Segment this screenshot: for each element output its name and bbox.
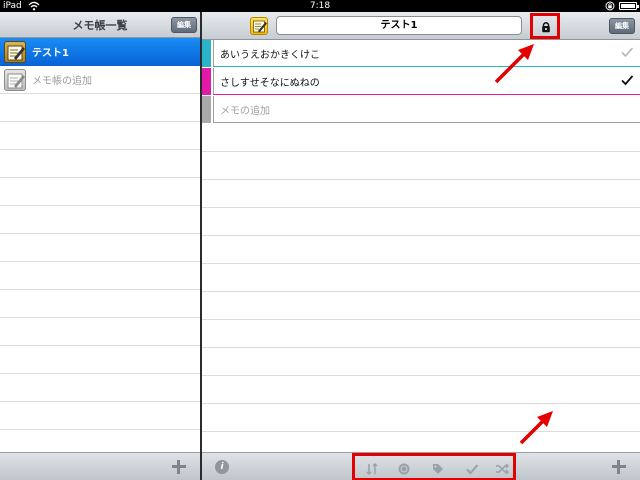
memo-text: あいうえおかきくけこ: [220, 50, 320, 61]
memo-underline: [213, 122, 640, 123]
add-memo-row[interactable]: メモの追加: [202, 96, 640, 124]
info-icon[interactable]: i: [215, 460, 229, 474]
check-icon[interactable]: [620, 46, 634, 58]
memo-color-tag: [202, 40, 211, 67]
memo-color-tag: [202, 68, 211, 95]
clock: 7:18: [309, 1, 331, 11]
add-notebook-plus-icon[interactable]: [172, 460, 186, 474]
memo-row-edge: [213, 68, 214, 95]
notebook-list-title: メモ帳一覧: [72, 19, 128, 32]
memo-row-edge: [213, 40, 214, 67]
notebook-edit-button[interactable]: 編集: [171, 17, 197, 33]
check-mark-icon[interactable]: [465, 462, 479, 476]
circle-icon[interactable]: [397, 462, 411, 476]
memo-detail-panel: テスト1 編集 あいうえおかきくけこ さしすせそなにぬねの メモの追加 i: [202, 12, 640, 480]
add-notebook-label: メモ帳の追加: [32, 76, 92, 87]
notebook-title-field[interactable]: テスト1: [276, 16, 522, 35]
notebook-list-toolbar: [0, 452, 200, 480]
add-notebook-item[interactable]: メモ帳の追加: [0, 66, 200, 94]
sort-icon[interactable]: [365, 462, 379, 476]
memo-underline: [213, 66, 640, 67]
notebook-list-panel: メモ帳一覧 編集 テスト1 メモ帳の追加: [0, 12, 200, 480]
add-memo-color-tag: [202, 96, 211, 123]
check-icon[interactable]: [620, 74, 634, 86]
memo-row[interactable]: あいうえおかきくけこ: [202, 40, 640, 68]
memo-text: さしすせそなにぬねの: [220, 78, 320, 89]
memo-toolbar: i: [202, 452, 640, 480]
memo-list: あいうえおかきくけこ さしすせそなにぬねの メモの追加: [202, 40, 640, 452]
notebook-item-test1[interactable]: テスト1: [0, 38, 200, 66]
notebook-list: テスト1 メモ帳の追加: [0, 38, 200, 452]
battery-icon: [619, 2, 639, 10]
notebook-item-label: テスト1: [32, 48, 69, 59]
rotation-lock-icon: [605, 1, 615, 11]
memo-edit-button[interactable]: 編集: [609, 18, 635, 34]
notebook-list-header: メモ帳一覧 編集: [0, 12, 200, 38]
memo-detail-header: テスト1 編集: [202, 12, 640, 40]
status-bar: iPad 7:18: [0, 0, 640, 12]
add-memo-placeholder[interactable]: メモの追加: [220, 102, 270, 117]
notepad-add-icon: [4, 69, 26, 91]
memo-underline: [213, 94, 640, 95]
memo-row-edge: [213, 96, 214, 123]
tools-highlight-box: [352, 453, 516, 480]
tag-icon[interactable]: [431, 462, 445, 476]
memo-notepad-icon[interactable]: [250, 17, 268, 35]
shuffle-icon[interactable]: [495, 462, 509, 476]
add-memo-plus-icon[interactable]: [612, 460, 626, 474]
lock-icon[interactable]: [541, 21, 551, 33]
memo-row[interactable]: さしすせそなにぬねの: [202, 68, 640, 96]
notepad-pencil-icon: [4, 41, 26, 63]
lock-highlight-box: [530, 13, 560, 39]
